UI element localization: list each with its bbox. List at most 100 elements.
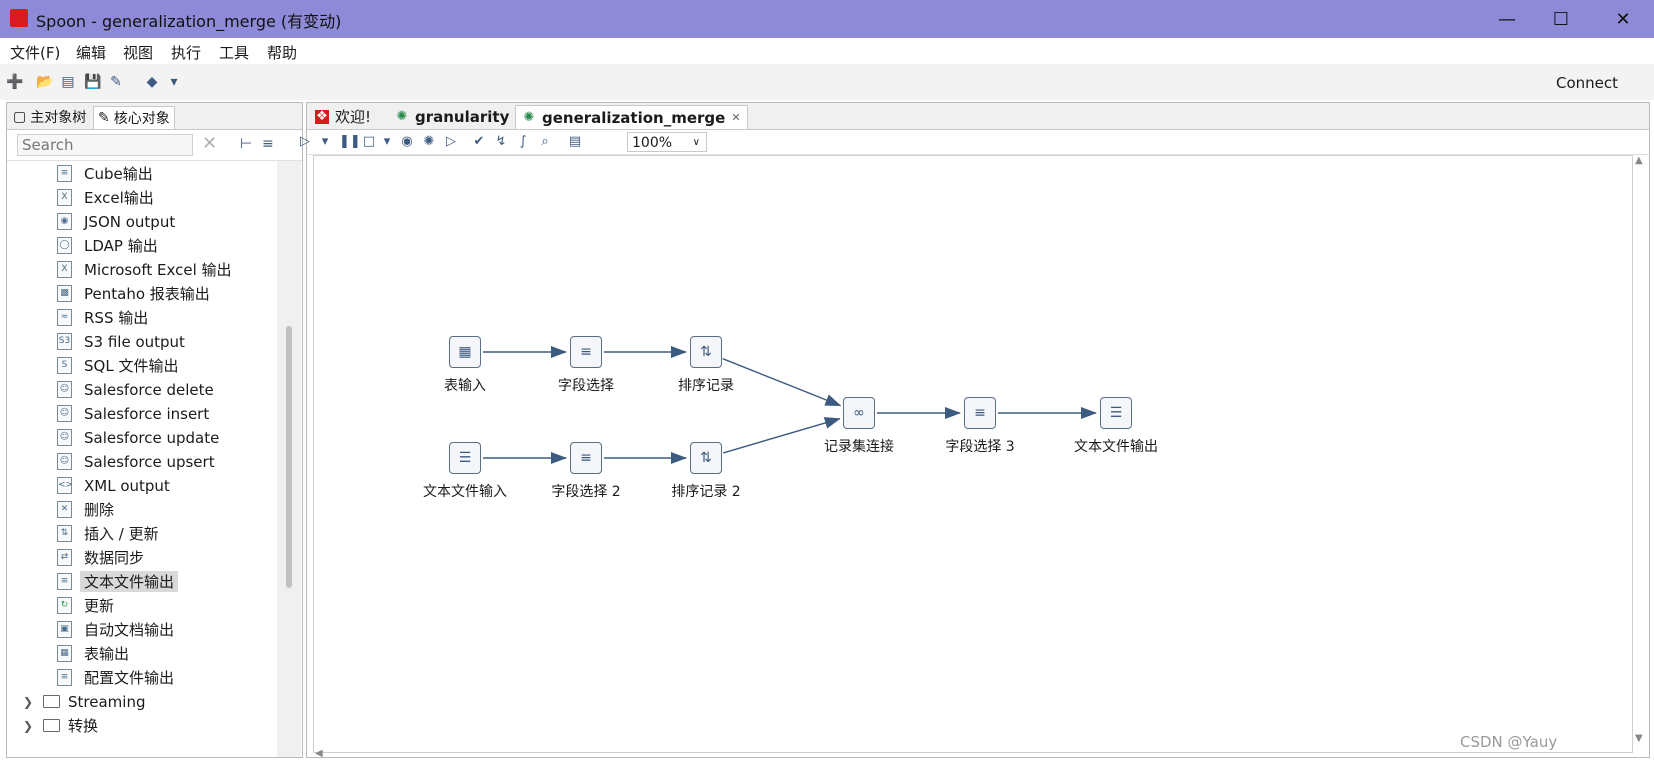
tree-item[interactable]: ⇄ 数据同步 [7, 545, 277, 570]
save-as-icon[interactable]: ✎ [108, 74, 124, 90]
tab-core-objects[interactable]: ✎ 核心对象 [93, 106, 175, 129]
transformation-canvas[interactable]: ▦ 表输入 ≡ 字段选择 ⇅ 排序记录 ☰ 文本文件输入 ≡ 字段选择 2 ⇅ 排序记录 2 ∞ 记录集连… [313, 155, 1633, 753]
results-icon[interactable]: ▤ [567, 134, 583, 150]
sort-icon: ⇅ [700, 450, 712, 466]
replay-icon[interactable]: ▷ [443, 134, 459, 150]
search-row: ✕ ⊢ ≡ [7, 130, 302, 161]
connect-button[interactable]: Connect [1556, 74, 1618, 92]
tree-item[interactable]: ≈ RSS 输出 [7, 305, 277, 330]
step-s5[interactable]: ≡ [570, 442, 602, 474]
menu-view[interactable]: 视图 [123, 42, 153, 63]
open-file-icon[interactable]: 📂 [36, 74, 53, 90]
scroll-down-icon[interactable]: ▼ [1635, 733, 1643, 744]
tree-item[interactable]: ☺ Salesforce insert [7, 401, 277, 426]
tree-item[interactable]: ☺ Salesforce delete [7, 377, 277, 402]
stop-icon[interactable]: □ [361, 134, 377, 150]
explore-db-icon[interactable]: ⌕ [537, 134, 553, 150]
chevron-down-icon[interactable]: ▾ [166, 74, 182, 90]
pause-icon[interactable]: ❚❚ [339, 134, 361, 150]
step-s9[interactable]: ☰ [1100, 397, 1132, 429]
menu-tools[interactable]: 工具 [219, 42, 249, 63]
tree-item-selected[interactable]: ≡ 文本文件输出 [7, 569, 277, 594]
tab-main-object-tree[interactable]: ▢ 主对象树 [9, 106, 90, 128]
impact-icon[interactable]: ↯ [493, 134, 509, 150]
new-file-icon[interactable]: ➕ [6, 74, 23, 90]
debug-icon[interactable]: ✺ [421, 134, 437, 150]
tree-item[interactable]: ▩ Pentaho 报表输出 [7, 281, 277, 306]
step-s7[interactable]: ∞ [843, 397, 875, 429]
tree-scrollbar[interactable] [277, 161, 301, 757]
properties-output-icon: ≡ [57, 669, 72, 686]
spoon-icon: ❖ [315, 108, 329, 124]
tree-item[interactable]: ✕ 删除 [7, 497, 277, 522]
tree-item[interactable]: ▣ 自动文档输出 [7, 617, 277, 642]
editor-tab-strip: ❖ 欢迎! ✺ granularity ✺ generalization_mer… [307, 103, 1649, 130]
menu-help[interactable]: 帮助 [267, 42, 297, 63]
scroll-up-icon[interactable]: ▲ [1635, 155, 1643, 166]
tab-welcome[interactable]: ❖ 欢迎! [309, 105, 377, 128]
tree-item[interactable]: ↻ 更新 [7, 593, 277, 618]
step-s6[interactable]: ⇅ [690, 442, 722, 474]
layers-icon[interactable]: ◆ [144, 74, 160, 90]
select-values-icon: ≡ [974, 405, 986, 421]
menu-file[interactable]: 文件(F) [10, 42, 60, 63]
collapse-all-icon[interactable]: ≡ [262, 136, 274, 152]
expand-all-icon[interactable]: ⊢ [240, 136, 252, 152]
sort-icon: ⇅ [700, 344, 712, 360]
tree-item[interactable]: ◉ JSON output [7, 209, 277, 234]
clear-search-icon[interactable]: ✕ [202, 133, 217, 154]
close-tab-icon[interactable]: ✕ [731, 111, 740, 124]
tree-item[interactable]: ≡ Cube输出 [7, 161, 277, 186]
tree-item[interactable]: ☺ Salesforce upsert [7, 449, 277, 474]
step-s4[interactable]: ☰ [449, 442, 481, 474]
tree-item[interactable]: X Microsoft Excel 输出 [7, 257, 277, 282]
chevron-down-icon[interactable]: ▾ [379, 134, 395, 150]
tree-item[interactable]: ▦ 表输出 [7, 641, 277, 666]
run-icon[interactable]: ▷ [297, 134, 313, 150]
tree-folder-transform[interactable]: ❯ 转换 [7, 713, 277, 738]
chevron-down-icon[interactable]: ▾ [317, 134, 333, 150]
excel-output-icon: X [57, 261, 72, 278]
step-s8[interactable]: ≡ [964, 397, 996, 429]
menu-edit[interactable]: 编辑 [76, 42, 106, 63]
maximize-button[interactable]: ☐ [1534, 0, 1588, 38]
step-label: 记录集连接 [824, 439, 894, 455]
tree-item[interactable]: ☺ Salesforce update [7, 425, 277, 450]
tree-item[interactable]: ◯ LDAP 输出 [7, 233, 277, 258]
scroll-left-icon[interactable]: ◀ [315, 748, 323, 759]
scrollbar-thumb[interactable] [286, 326, 292, 588]
step-layer: ▦ 表输入 ≡ 字段选择 ⇅ 排序记录 ☰ 文本文件输入 ≡ 字段选择 2 ⇅ 排序记录 2 ∞ 记录集连… [314, 156, 1632, 752]
tree-item[interactable]: S3 S3 file output [7, 329, 277, 354]
explore-repository-icon[interactable]: ▤ [60, 74, 76, 90]
tab-generalization-merge[interactable]: ✺ generalization_merge ✕ [515, 105, 748, 129]
menu-run[interactable]: 执行 [171, 42, 201, 63]
tree-item[interactable]: ≡ 配置文件输出 [7, 665, 277, 690]
tree-item[interactable]: S SQL 文件输出 [7, 353, 277, 378]
s3-output-icon: S3 [57, 333, 72, 350]
close-button[interactable]: ✕ [1596, 0, 1650, 38]
sql-icon[interactable]: ∫ [515, 134, 531, 150]
search-input[interactable] [17, 134, 193, 156]
preview-icon[interactable]: ◉ [399, 134, 415, 150]
zoom-select[interactable]: 100% ∨ [627, 132, 707, 152]
table-output-icon: ▦ [57, 645, 72, 662]
text-input-icon: ☰ [458, 450, 472, 466]
tab-granularity[interactable]: ✺ granularity [389, 105, 515, 128]
select-values-icon: ≡ [580, 344, 592, 360]
tree-folder-streaming[interactable]: ❯ Streaming [7, 689, 277, 714]
canvas-vertical-scrollbar[interactable]: ▲ ▼ [1632, 155, 1648, 751]
minimize-button[interactable]: — [1480, 0, 1534, 38]
save-icon[interactable]: 💾 [84, 74, 101, 90]
step-s2[interactable]: ≡ [570, 336, 602, 368]
cube-output-icon: ≡ [57, 165, 72, 182]
spoon-app-icon [10, 9, 28, 27]
salesforce-delete-icon: ☺ [57, 381, 72, 398]
tree-item[interactable]: ⇅ 插入 / 更新 [7, 521, 277, 546]
tree-item[interactable]: <> XML output [7, 473, 277, 498]
verify-icon[interactable]: ✔ [471, 134, 487, 150]
step-label: 字段选择 2 [551, 484, 621, 500]
step-s3[interactable]: ⇅ [690, 336, 722, 368]
merge-join-icon: ∞ [853, 405, 865, 421]
tree-item[interactable]: X Excel输出 [7, 185, 277, 210]
step-s1[interactable]: ▦ [449, 336, 481, 368]
